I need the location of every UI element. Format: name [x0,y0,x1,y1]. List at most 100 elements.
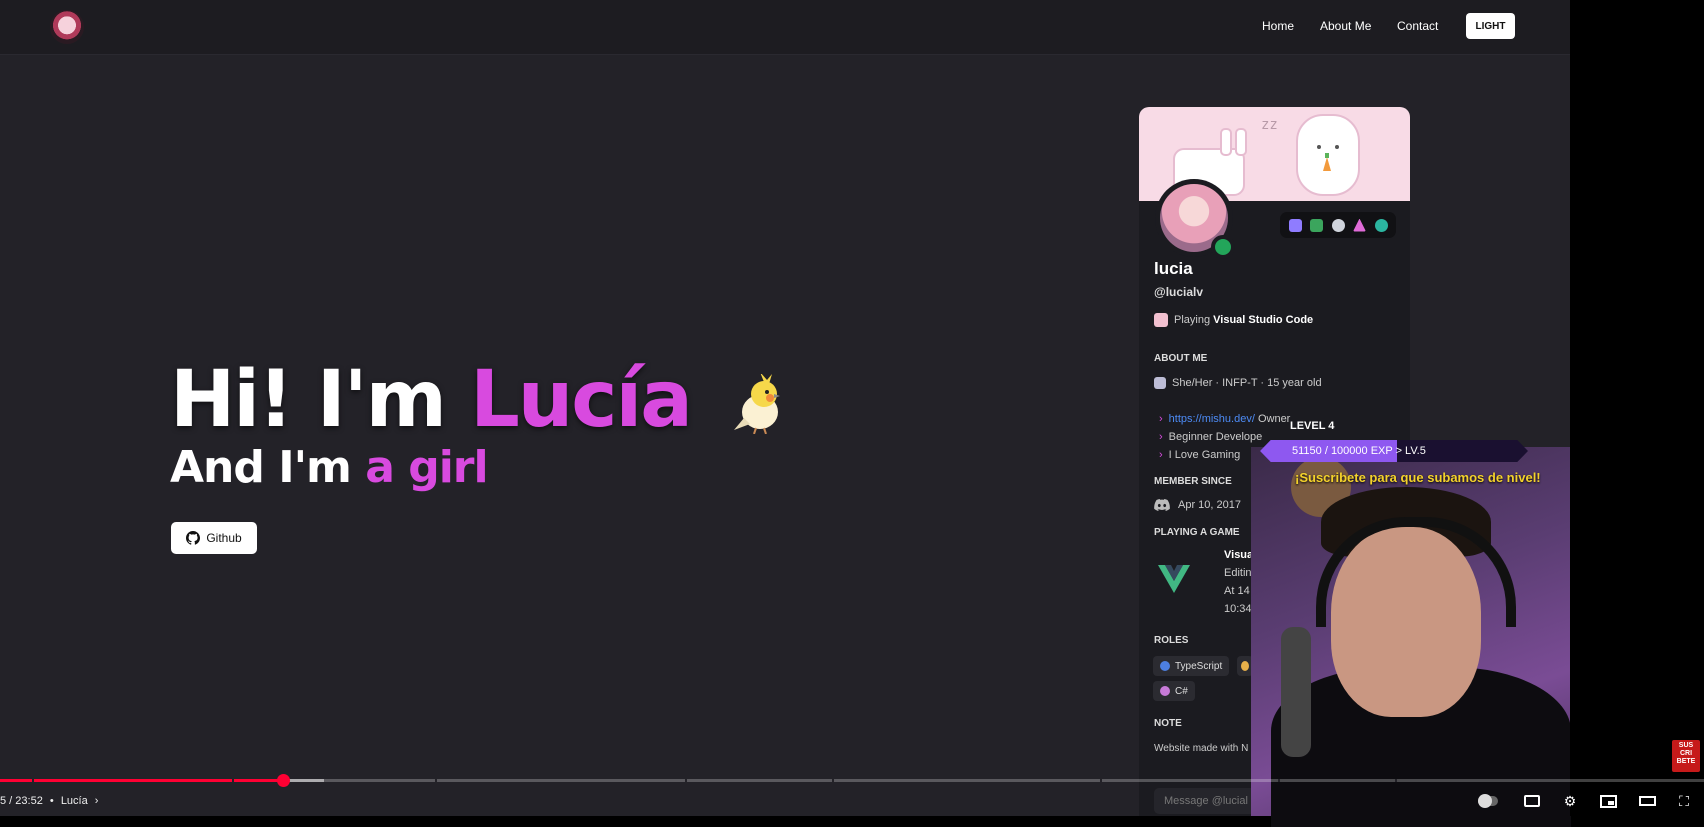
chapter-marker [685,779,687,782]
profile-handle: @lucialv [1154,285,1204,299]
subtitles-icon[interactable] [1522,792,1542,810]
role-name: C# [1175,685,1188,697]
chapter-marker [32,779,34,782]
role-typescript[interactable]: TypeScript [1153,656,1230,676]
hypesquad-badge-icon[interactable] [1288,218,1302,232]
theater-icon[interactable] [1637,792,1657,810]
role-csharp[interactable]: C# [1153,681,1195,701]
subscribe-logo[interactable]: SUS CRI BETE [1672,740,1700,772]
fullscreen-icon[interactable]: ⛶ [1674,792,1694,810]
hashtag-badge-icon[interactable] [1374,218,1388,232]
exp-value: 51150 / 100000 EXP [1292,445,1393,457]
hero-name: Lucía [470,355,693,445]
streamer-webcam [1251,447,1571,827]
chapter-marker [232,779,234,782]
bullet-text: Beginner Develope [1168,431,1263,443]
hero-line2: And I'm [170,442,366,493]
chapter-marker [1278,779,1280,782]
online-status-icon [1211,235,1235,259]
hero-subheading: And I'm a girl [170,442,489,493]
note-title: NOTE [1154,718,1182,729]
vue-logo-icon [1158,565,1190,593]
website-role: Owner [1254,413,1291,425]
chapter-marker [1395,779,1397,782]
chapter-marker [832,779,834,782]
bullet-arrow-icon: › [1159,449,1163,461]
video-progress-bar[interactable] [0,779,1704,782]
github-button-label: Github [206,531,242,545]
subscribe-logo-line: BETE [1676,758,1696,765]
github-icon [186,531,201,545]
quest-badge-icon[interactable] [1331,218,1345,232]
time-text: 5 / 23:52 [0,795,43,807]
subscribe-message: ¡Suscribete para que subamos de nivel! [1295,470,1541,485]
time-display: 5 / 23:52 • Lucía › [0,795,99,807]
level-label: LEVEL 4 [1290,420,1335,432]
website-link[interactable]: https://mishu.dev/ [1169,413,1255,425]
note-text: Website made with N [1154,743,1249,754]
hero-greeting: Hi! I'm [170,355,471,445]
bullet-arrow-icon: › [1159,431,1163,443]
subscribe-logo-line: CRI [1679,750,1693,757]
member-since-title: MEMBER SINCE [1154,476,1232,487]
about-me-title: ABOUT ME [1154,353,1208,364]
cockatiel-icon [734,374,781,434]
chapter-title[interactable]: Lucía [61,795,88,807]
nitro-badge-icon[interactable] [1353,218,1366,232]
active-developer-badge-icon[interactable] [1310,218,1323,232]
settings-icon[interactable]: ⚙ [1560,792,1580,810]
role-color-dot [1241,661,1249,671]
about-bullet-developer: › Beginner Develope [1159,431,1262,443]
theme-toggle-button[interactable]: LIGHT [1466,13,1515,39]
hero-heading: Hi! I'm Lucía [170,355,790,445]
cat-sprite-icon [1154,377,1166,389]
microphone [1281,627,1311,757]
nav-home[interactable]: Home [1262,19,1294,33]
playing-game-title: PLAYING A GAME [1154,527,1240,538]
game-sprite-icon [1154,313,1168,327]
miniplayer-icon[interactable] [1598,792,1618,810]
autoplay-toggle-icon[interactable] [1478,792,1498,810]
game-details: Editin [1224,567,1252,579]
role-name: TypeScript [1175,660,1223,672]
playing-prefix: Playing [1174,314,1214,326]
hero-line2-highlight: a girl [365,442,488,493]
profile-badges [1280,212,1396,238]
video-side-area [1570,0,1704,816]
discord-icon [1154,499,1170,511]
bullet-arrow-icon: › [1159,413,1163,425]
player-controls: 5 / 23:52 • Lucía › ⚙ ⛶ [0,790,1704,816]
member-since-date: Apr 10, 2017 [1178,499,1241,511]
scrubber-handle[interactable] [277,774,290,787]
role-color-dot [1160,661,1170,671]
exp-text: 51150 / 100000 EXP > LV.5 [1292,445,1426,457]
website: Home About Me Contact LIGHT Hi! I'm Lucí… [0,0,1571,827]
profile-avatar[interactable] [1155,179,1235,259]
game-title: Visua [1224,549,1254,561]
chapter-chevron-icon[interactable]: › [95,795,99,807]
roles-title: ROLES [1154,635,1189,646]
profile-display-name: lucia [1154,259,1193,278]
about-me-line: She/Her · INFP-T · 15 year old [1154,377,1322,389]
github-button[interactable]: Github [171,522,257,554]
svg-text:zz: zz [1261,117,1278,133]
exp-progress-bar: 51150 / 100000 EXP > LV.5 [1260,440,1528,462]
about-me-text: She/Her · INFP-T · 15 year old [1172,377,1322,389]
bullet-text: I Love Gaming [1168,449,1241,461]
about-bullet-gaming: › I Love Gaming [1159,449,1240,461]
next-level: > LV.5 [1395,445,1426,457]
game-state: At 14 [1224,585,1250,597]
role-color-dot [1160,686,1170,696]
game-elapsed: 10:34 [1224,603,1252,615]
site-logo[interactable] [50,10,84,44]
member-since-row: Apr 10, 2017 [1154,499,1241,511]
nav-about-me[interactable]: About Me [1320,19,1371,33]
about-bullet-website: › https://mishu.dev/ Owner [1159,413,1290,425]
profile-activity: Playing Visual Studio Code [1154,313,1313,327]
top-navbar: Home About Me Contact LIGHT [0,0,1570,55]
chapter-marker [435,779,437,782]
played-bar [0,779,283,782]
playing-app: Visual Studio Code [1213,314,1314,326]
subscribe-logo-line: SUS [1678,742,1694,749]
nav-contact[interactable]: Contact [1397,19,1438,33]
